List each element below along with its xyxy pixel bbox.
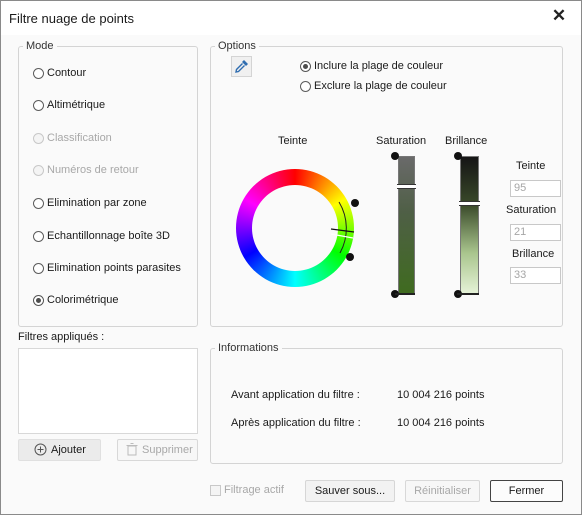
- add-filter-button[interactable]: Ajouter: [18, 439, 101, 461]
- brightness-endpoint-top[interactable]: [454, 152, 462, 160]
- after-filter-label: Après application du filtre :: [231, 417, 361, 429]
- after-filter-value: 10 004 216 points: [397, 417, 485, 429]
- radio-icon[interactable]: [33, 67, 44, 79]
- include-color-range-label: Inclure la plage de couleur: [314, 60, 444, 72]
- radio-icon: [33, 164, 44, 176]
- hue-field: 95: [510, 180, 561, 197]
- radio-icon[interactable]: [33, 99, 44, 111]
- information-group-label: Informations: [215, 342, 282, 354]
- radio-icon[interactable]: [33, 294, 44, 306]
- exclude-color-range-label: Exclure la plage de couleur: [314, 80, 447, 92]
- eyedropper-button[interactable]: [231, 56, 252, 77]
- radio-icon: [33, 132, 44, 144]
- mode-altimetrique[interactable]: Altimétrique: [33, 97, 105, 113]
- brightness-heading: Brillance: [445, 135, 488, 147]
- title-bar: Filtre nuage de points ✕: [1, 1, 581, 35]
- close-icon[interactable]: ✕: [546, 5, 572, 29]
- trash-icon: [126, 443, 138, 456]
- hue-ring[interactable]: [230, 163, 360, 293]
- remove-filter-label: Supprimer: [142, 444, 193, 456]
- filter-dialog: Filtre nuage de points ✕ Mode Contour Al…: [0, 0, 582, 515]
- before-filter-value: 10 004 216 points: [397, 389, 485, 401]
- plus-circle-icon: [34, 443, 47, 456]
- eyedropper-icon: [235, 60, 248, 73]
- brightness-field-label: Brillance: [512, 248, 555, 260]
- radio-icon[interactable]: [300, 60, 311, 72]
- mode-zone-elimination[interactable]: Elimination par zone: [33, 195, 147, 211]
- brightness-slider[interactable]: [460, 156, 479, 295]
- saturation-heading: Saturation: [376, 135, 427, 147]
- exclude-color-range[interactable]: Exclure la plage de couleur: [300, 78, 447, 94]
- applied-filters-list[interactable]: [18, 348, 198, 434]
- add-filter-label: Ajouter: [51, 444, 86, 456]
- before-filter-label: Avant application du filtre :: [231, 389, 360, 401]
- radio-icon[interactable]: [300, 80, 311, 92]
- radio-icon[interactable]: [33, 197, 44, 209]
- mode-classification-label: Classification: [47, 132, 112, 144]
- mode-noise-elimination-label: Elimination points parasites: [47, 262, 181, 274]
- active-filter-label: Filtrage actif: [224, 484, 284, 496]
- mode-contour-label: Contour: [47, 67, 87, 79]
- mode-return-numbers: Numéros de retour: [33, 162, 139, 178]
- radio-icon[interactable]: [33, 262, 44, 274]
- applied-filters-label: Filtres appliqués :: [18, 331, 105, 343]
- hue-handle-end[interactable]: [346, 253, 354, 261]
- brightness-handle[interactable]: [459, 201, 480, 206]
- mode-colorimetric-label: Colorimétrique: [47, 294, 119, 306]
- saturation-baseline: [395, 293, 415, 295]
- remove-filter-button[interactable]: Supprimer: [117, 439, 198, 461]
- reset-button[interactable]: Réinitialiser: [405, 480, 480, 502]
- dialog-title: Filtre nuage de points: [9, 11, 135, 26]
- saturation-field: 21: [510, 224, 561, 241]
- options-group-label: Options: [215, 40, 259, 52]
- saturation-endpoint-top[interactable]: [391, 152, 399, 160]
- information-group: [210, 348, 563, 464]
- mode-zone-elimination-label: Elimination par zone: [47, 197, 147, 209]
- active-filter-checkbox-row: Filtrage actif: [210, 483, 284, 497]
- mode-altimetrique-label: Altimétrique: [47, 99, 106, 111]
- mode-box-sampling[interactable]: Echantillonnage boîte 3D: [33, 228, 170, 244]
- mode-noise-elimination[interactable]: Elimination points parasites: [33, 260, 181, 276]
- mode-contour[interactable]: Contour: [33, 65, 86, 81]
- mode-classification: Classification: [33, 130, 112, 146]
- close-button[interactable]: Fermer: [490, 480, 563, 502]
- include-color-range[interactable]: Inclure la plage de couleur: [300, 58, 443, 74]
- hue-heading: Teinte: [278, 135, 308, 147]
- brightness-field: 33: [510, 267, 561, 284]
- hue-field-label: Teinte: [516, 160, 546, 172]
- checkbox-icon: [210, 484, 221, 496]
- mode-box-sampling-label: Echantillonnage boîte 3D: [47, 230, 170, 242]
- brightness-baseline: [457, 293, 479, 295]
- saturation-slider[interactable]: [398, 156, 415, 295]
- hue-handle-start[interactable]: [351, 199, 359, 207]
- saturation-handle-top[interactable]: [397, 184, 416, 189]
- mode-group-label: Mode: [23, 40, 57, 52]
- mode-return-numbers-label: Numéros de retour: [47, 164, 139, 176]
- mode-group: [18, 46, 198, 327]
- save-as-button[interactable]: Sauver sous...: [305, 480, 395, 502]
- radio-icon[interactable]: [33, 230, 44, 242]
- mode-colorimetric[interactable]: Colorimétrique: [33, 292, 119, 308]
- saturation-field-label: Saturation: [506, 204, 557, 216]
